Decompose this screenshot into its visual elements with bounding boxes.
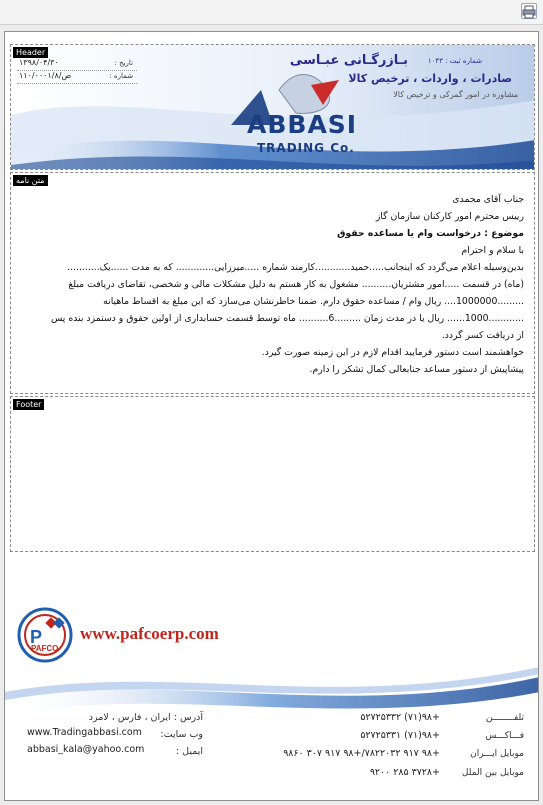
email-label: ایمیل : [175,746,203,757]
date-row: تاریخ : ۱۳۹۸/۰۴/۳۰ [17,58,137,71]
letter-line-1: بدین‌وسیله اعلام می‌گردد که اینجانب.....… [67,262,524,273]
mobile-iran-label: موبایل ایـــران [470,749,524,759]
pafco-url[interactable]: www.pafcoerp.com [80,624,219,644]
footer-wave [5,667,538,717]
company-services: صادرات ، واردات ، ترخیص کالا [348,72,512,85]
fax-label: فـــاکـــس [485,731,524,741]
pafco-logo: P PAFCO [17,607,73,663]
pafco-logo-text: PAFCO [31,644,58,653]
footer-band-tag: Footer [13,399,45,410]
print-button[interactable] [521,3,537,19]
letter-line-4: ............1000...... ریال یا در مدت زم… [50,313,524,324]
company-registration: شماره ثبت : ۱۰۴۳ [427,57,482,65]
phone-value: +۹۸(۷۱) ۵۲۷۲۵۳۳۲ [360,712,440,723]
letter-recipient-position: رییس محترم امور کارکنان سازمان گاز [375,211,524,222]
letter-body-band: متن نامه جناب آقای محمدی رییس محترم امور… [10,172,535,394]
body-band-tag: متن نامه [13,175,48,186]
fax-value: +۹۸(۷۱) ۵۲۷۲۵۳۳۱ [360,730,440,741]
number-label: شماره : [109,72,133,80]
letter-salutation: جناب آقای محمدی [452,194,524,205]
letter-subject: موضوع : درخواست وام یا مساعده حقوق [337,228,524,239]
letter-line-2: (ماه) در قسمت .....امور مشتریان.........… [68,279,524,290]
letter-line-3: .........1000000.... ریال وام / مساعده ح… [103,296,524,307]
phone-label: تلفــــــــن [486,713,524,723]
email-value[interactable]: abbasi_kala@yahoo.com [27,744,144,755]
company-consulting: مشاوره در امور گمرکی و ترخیص کالا [393,90,518,99]
viewer-toolbar [0,0,543,25]
report-page: Header بـازرگـانی عبـاسی شماره ثبت : ۱۰۴… [4,31,539,801]
website-value[interactable]: www.Tradingabbasi.com [27,727,142,738]
footer-band: Footer [10,396,535,552]
number-row: شماره : ۱۱۰/۰۰۰۱/ص/۸ [17,71,137,84]
letter-line-5: از دریافت کسر گردد. [441,330,524,341]
abbasi-logo-text: ABBASI [247,110,358,139]
letter-greeting: با سلام و احترام [461,245,524,256]
date-value: ۱۳۹۸/۰۴/۳۰ [19,58,59,67]
abbasi-logo-subtext: TRADING Co. [257,141,355,155]
mobile-intl-label: موبایل بین الملل [461,768,524,778]
number-value: ۱۱۰/۰۰۰۱/ص/۸ [19,71,72,80]
mobile-intl-value: +۳۷۲۸ ۲۸۵ ۹۲۰۰ [369,767,440,778]
address-text: آدرس : ایران ، فارس ، لامرد [88,712,203,723]
letter-line-7: پیشاپیش از دستور مساعد جنابعالی کمال تشک… [309,364,524,375]
company-name: بـازرگـانی عبـاسی [289,53,408,68]
date-label: تاریخ : [114,59,133,67]
mobile-iran-value: +۹۸ ۹۱۷ ۷۸۲۲۰۳۲/+۹۸ ۹۱۷ ۳۰۷ ۹۸۶۰ [283,748,440,759]
printer-icon [522,5,536,19]
header-band: Header بـازرگـانی عبـاسی شماره ثبت : ۱۰۴… [10,44,535,170]
header-band-tag: Header [13,47,49,58]
letter-line-6: خواهشمند است دستور فرمایید اقدام لازم در… [261,347,524,358]
letter-text: جناب آقای محمدی رییس محترم امور کارکنان … [19,191,524,378]
website-label: وب سایت: [160,729,203,740]
